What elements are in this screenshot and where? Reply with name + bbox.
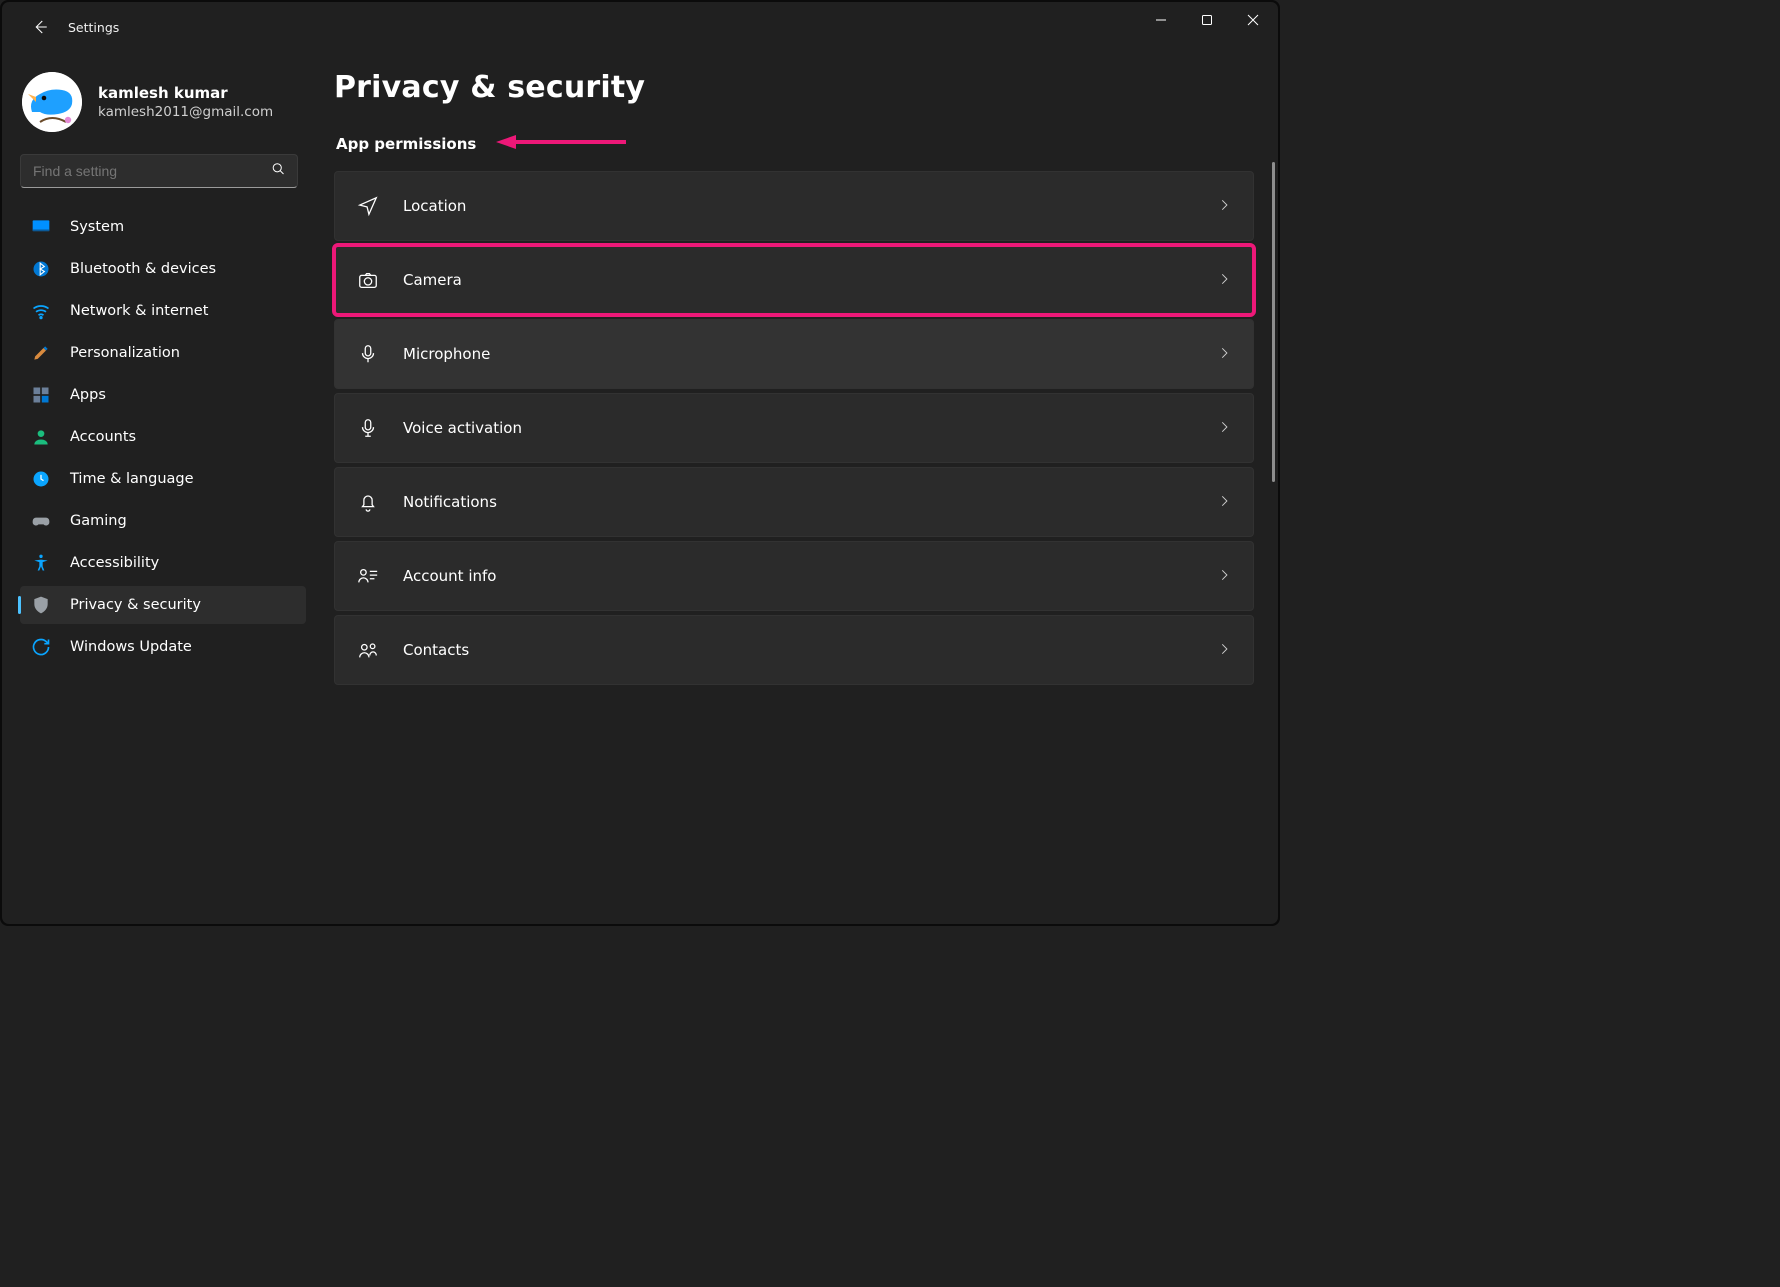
sidebar: kamlesh kumar kamlesh2011@gmail.com Syst… bbox=[2, 52, 312, 924]
chevron-right-icon bbox=[1217, 345, 1231, 364]
update-icon bbox=[30, 636, 52, 658]
bluetooth-icon bbox=[30, 258, 52, 280]
back-button[interactable] bbox=[20, 7, 60, 47]
microphone-icon bbox=[357, 343, 381, 365]
avatar bbox=[22, 72, 82, 132]
paint-icon bbox=[30, 342, 52, 364]
app-title: Settings bbox=[68, 20, 119, 35]
close-button[interactable] bbox=[1230, 2, 1276, 38]
content-area: Privacy & security App permissions Locat… bbox=[312, 52, 1278, 924]
account-info-icon bbox=[357, 565, 381, 587]
nav-label: Privacy & security bbox=[70, 597, 201, 613]
permission-list: Location Camera bbox=[334, 171, 1254, 685]
chevron-right-icon bbox=[1217, 271, 1231, 290]
contacts-icon bbox=[357, 639, 381, 661]
sidebar-item-update[interactable]: Windows Update bbox=[20, 628, 306, 666]
nav-label: Accounts bbox=[70, 429, 136, 445]
nav-label: Apps bbox=[70, 387, 106, 403]
permission-label: Contacts bbox=[403, 641, 469, 659]
maximize-icon bbox=[1201, 14, 1213, 26]
monitor-icon bbox=[30, 216, 52, 238]
annotation-arrow-icon bbox=[496, 133, 626, 155]
minimize-button[interactable] bbox=[1138, 2, 1184, 38]
permission-notifications[interactable]: Notifications bbox=[334, 467, 1254, 537]
scrollbar[interactable] bbox=[1272, 162, 1275, 482]
maximize-button[interactable] bbox=[1184, 2, 1230, 38]
nav-label: Accessibility bbox=[70, 555, 159, 571]
sidebar-item-network[interactable]: Network & internet bbox=[20, 292, 306, 330]
sidebar-item-system[interactable]: System bbox=[20, 208, 306, 246]
permission-accountinfo[interactable]: Account info bbox=[334, 541, 1254, 611]
permission-label: Camera bbox=[403, 271, 462, 289]
permission-label: Voice activation bbox=[403, 419, 522, 437]
profile-block[interactable]: kamlesh kumar kamlesh2011@gmail.com bbox=[20, 72, 306, 154]
sidebar-item-personalization[interactable]: Personalization bbox=[20, 334, 306, 372]
nav-label: Time & language bbox=[70, 471, 194, 487]
arrow-left-icon bbox=[31, 18, 49, 36]
sidebar-item-accounts[interactable]: Accounts bbox=[20, 418, 306, 456]
search-input[interactable] bbox=[20, 154, 298, 188]
nav-label: Network & internet bbox=[70, 303, 208, 319]
page-title: Privacy & security bbox=[334, 70, 1254, 105]
user-name: kamlesh kumar bbox=[98, 84, 273, 102]
apps-icon bbox=[30, 384, 52, 406]
minimize-icon bbox=[1155, 14, 1167, 26]
accessibility-icon bbox=[30, 552, 52, 574]
nav-label: Personalization bbox=[70, 345, 180, 361]
chevron-right-icon bbox=[1217, 197, 1231, 216]
permission-camera[interactable]: Camera bbox=[334, 245, 1254, 315]
permission-location[interactable]: Location bbox=[334, 171, 1254, 241]
permission-voice[interactable]: Voice activation bbox=[334, 393, 1254, 463]
location-icon bbox=[357, 195, 381, 217]
section-label: App permissions bbox=[336, 135, 476, 153]
permission-contacts[interactable]: Contacts bbox=[334, 615, 1254, 685]
sidebar-item-gaming[interactable]: Gaming bbox=[20, 502, 306, 540]
sidebar-item-time[interactable]: Time & language bbox=[20, 460, 306, 498]
permission-label: Location bbox=[403, 197, 466, 215]
permission-microphone[interactable]: Microphone bbox=[334, 319, 1254, 389]
permission-label: Notifications bbox=[403, 493, 497, 511]
permission-label: Account info bbox=[403, 567, 496, 585]
sidebar-item-accessibility[interactable]: Accessibility bbox=[20, 544, 306, 582]
sidebar-item-privacy[interactable]: Privacy & security bbox=[20, 586, 306, 624]
bell-icon bbox=[357, 491, 381, 513]
shield-icon bbox=[30, 594, 52, 616]
search-icon bbox=[271, 162, 286, 181]
user-email: kamlesh2011@gmail.com bbox=[98, 104, 273, 120]
sidebar-item-apps[interactable]: Apps bbox=[20, 376, 306, 414]
voice-icon bbox=[357, 417, 381, 439]
search-wrap bbox=[20, 154, 306, 188]
close-icon bbox=[1247, 14, 1259, 26]
nav-label: Windows Update bbox=[70, 639, 192, 655]
section-header: App permissions bbox=[334, 133, 1254, 155]
chevron-right-icon bbox=[1217, 493, 1231, 512]
nav-label: Gaming bbox=[70, 513, 127, 529]
nav-label: Bluetooth & devices bbox=[70, 261, 216, 277]
clock-icon bbox=[30, 468, 52, 490]
chevron-right-icon bbox=[1217, 419, 1231, 438]
sidebar-item-bluetooth[interactable]: Bluetooth & devices bbox=[20, 250, 306, 288]
chevron-right-icon bbox=[1217, 567, 1231, 586]
chevron-right-icon bbox=[1217, 641, 1231, 660]
gamepad-icon bbox=[30, 510, 52, 532]
wifi-icon bbox=[30, 300, 52, 322]
permission-label: Microphone bbox=[403, 345, 490, 363]
camera-icon bbox=[357, 269, 381, 291]
nav-label: System bbox=[70, 219, 124, 235]
titlebar: Settings bbox=[2, 2, 1278, 52]
sidebar-nav: System Bluetooth & devices Network & int… bbox=[20, 208, 306, 666]
person-icon bbox=[30, 426, 52, 448]
